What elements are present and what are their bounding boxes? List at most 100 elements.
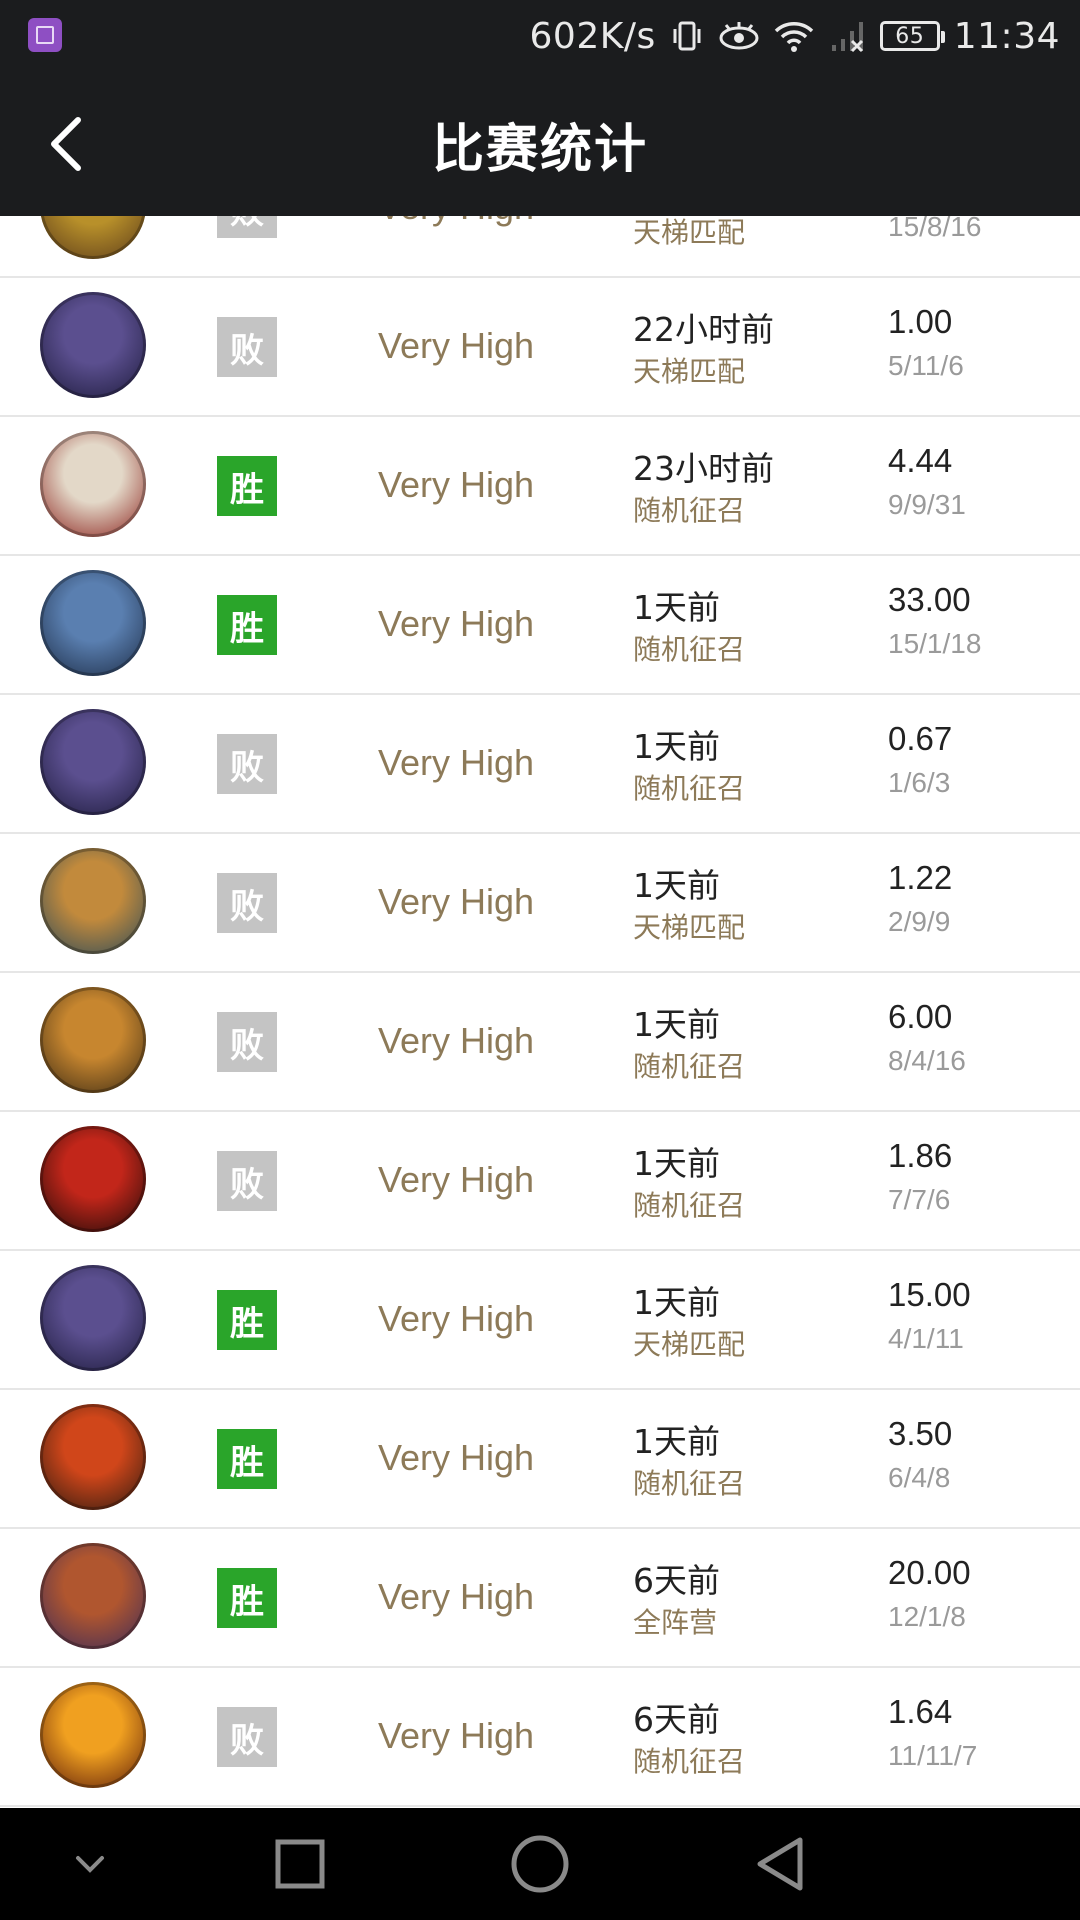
gallery-app-icon (28, 18, 62, 52)
kill-death-assist: 9/9/31 (888, 489, 966, 520)
game-mode: 随机征召 (633, 1467, 746, 1500)
kda-ratio: 33.00 (888, 581, 971, 618)
match-row[interactable]: 胜 Very High 1天前 天梯匹配 15.00 4/1/11 (0, 1250, 1080, 1390)
skill-bracket: Very High (378, 1576, 535, 1617)
match-row[interactable]: 败 Very High 22小时前 天梯匹配 1.00 5/11/6 (0, 277, 1080, 417)
kill-death-assist: 4/1/11 (888, 1323, 964, 1354)
hero-avatar (40, 1265, 146, 1371)
match-list[interactable]: 败Very High天梯匹配15/8/16败Very High22小时前天梯匹配… (0, 216, 1080, 1808)
kill-death-assist: 8/4/16 (888, 1045, 966, 1076)
skill-bracket: Very High (378, 216, 534, 276)
match-time: 1天前 (633, 1144, 720, 1183)
game-mode: 天梯匹配 (633, 1328, 746, 1361)
match-row[interactable]: 败 Very High 天梯匹配 15/8/16 (0, 216, 1080, 278)
status-bar-right: 602K/s 65 11:34 (530, 0, 1060, 72)
hero-avatar (40, 1404, 146, 1510)
game-mode: 天梯匹配 (633, 911, 746, 944)
wifi-icon (774, 19, 814, 53)
kill-death-assist: 7/7/6 (888, 1184, 951, 1215)
skill-bracket: Very High (378, 1437, 535, 1478)
skill-bracket: Very High (378, 1020, 535, 1061)
match-time: 1天前 (633, 1283, 720, 1322)
match-row[interactable]: 败 Very High 6天前 随机征召 1.64 11/11/7 (0, 1667, 1080, 1807)
kda-ratio: 15.00 (888, 1276, 971, 1313)
skill-bracket: Very High (378, 1298, 535, 1339)
kill-death-assist: 5/11/6 (888, 350, 964, 381)
eye-icon (718, 19, 760, 53)
kda-ratio: 0.67 (888, 720, 953, 757)
hero-avatar (40, 292, 146, 398)
match-time: 22小时前 (633, 310, 774, 349)
recent-apps-button[interactable] (240, 1808, 360, 1920)
match-row[interactable]: 胜 Very High 6天前 全阵营 20.00 12/1/8 (0, 1528, 1080, 1668)
match-time: 1天前 (633, 1422, 720, 1461)
loss-badge: 败 (217, 216, 277, 238)
match-time: 23小时前 (633, 449, 774, 488)
skill-bracket: Very High (378, 325, 535, 366)
game-mode: 随机征召 (633, 1050, 746, 1083)
win-badge: 胜 (217, 1568, 277, 1628)
match-row[interactable]: 胜 Very High 23小时前 随机征召 4.44 9/9/31 (0, 416, 1080, 556)
game-mode: 随机征召 (633, 633, 746, 666)
kda-ratio: 1.00 (888, 303, 953, 340)
loss-badge: 败 (217, 1012, 277, 1072)
kill-death-assist: 15/1/18 (888, 628, 982, 659)
game-mode: 全阵营 (633, 1606, 718, 1639)
chevron-down-icon (76, 1856, 104, 1873)
skill-bracket: Very High (378, 881, 535, 922)
kda-ratio: 3.50 (888, 1415, 953, 1452)
match-row[interactable]: 胜 Very High 1天前 随机征召 33.00 15/1/18 (0, 555, 1080, 695)
net-speed: 602K/s (529, 15, 656, 57)
loss-badge: 败 (217, 1151, 277, 1211)
game-mode: 随机征召 (633, 494, 746, 527)
home-icon (511, 1835, 569, 1893)
kill-death-assist: 6/4/8 (888, 1462, 951, 1493)
skill-bracket: Very High (378, 1159, 535, 1200)
loss-badge: 败 (217, 1707, 277, 1767)
kill-death-assist: 11/11/7 (888, 1740, 978, 1771)
hero-avatar (40, 216, 146, 259)
kill-death-assist: 12/1/8 (888, 1601, 966, 1632)
clock: 11:34 (953, 15, 1060, 57)
match-row[interactable]: 败 Very High 1天前 天梯匹配 1.22 2/9/9 (0, 833, 1080, 973)
game-mode: 天梯匹配 (633, 216, 746, 249)
kda-ratio: 6.00 (888, 998, 953, 1035)
match-time: 1天前 (633, 588, 720, 627)
recent-apps-icon (275, 1839, 325, 1889)
kda-ratio: 20.00 (888, 1554, 971, 1591)
home-button[interactable] (480, 1808, 600, 1920)
match-time: 1天前 (633, 727, 720, 766)
kda-ratio: 4.44 (888, 442, 953, 479)
skill-bracket: Very High (378, 1715, 535, 1756)
win-badge: 胜 (217, 456, 277, 516)
loss-badge: 败 (217, 873, 277, 933)
match-row[interactable]: 败 Very High 1天前 随机征召 0.67 1/6/3 (0, 694, 1080, 834)
hero-avatar (40, 987, 146, 1093)
game-mode: 随机征召 (633, 1189, 746, 1222)
signal-icon (828, 19, 866, 53)
hero-avatar (40, 431, 146, 537)
kill-death-assist: 15/8/16 (888, 216, 982, 242)
win-badge: 胜 (217, 1429, 277, 1489)
hide-nav-button[interactable] (30, 1808, 150, 1920)
kda-ratio: 1.86 (888, 1137, 953, 1174)
page-title: 比赛统计 (431, 119, 648, 180)
skill-bracket: Very High (378, 742, 535, 783)
battery-icon: 65 (879, 21, 945, 51)
kill-death-assist: 2/9/9 (888, 906, 951, 937)
navigation-bar (0, 1808, 1080, 1920)
match-time: 6天前 (633, 1700, 720, 1739)
hero-avatar (40, 848, 146, 954)
hero-avatar (40, 570, 146, 676)
match-row[interactable]: 败 Very High 1天前 随机征召 6.00 8/4/16 (0, 972, 1080, 1112)
game-mode: 随机征召 (633, 772, 746, 805)
game-mode: 随机征召 (633, 1745, 746, 1778)
loss-badge: 败 (217, 317, 277, 377)
match-row[interactable]: 胜 Very High 1天前随机征召 3.50 6/4/8 (0, 1389, 1080, 1529)
back-icon (757, 1837, 803, 1891)
match-row[interactable]: 败 Very High 1天前随机征召 1.86 7/7/6 (0, 1111, 1080, 1251)
app-header: 比赛统计 (0, 72, 1080, 216)
system-back-button[interactable] (720, 1808, 840, 1920)
hero-avatar (40, 1682, 146, 1788)
hero-avatar (40, 709, 146, 815)
